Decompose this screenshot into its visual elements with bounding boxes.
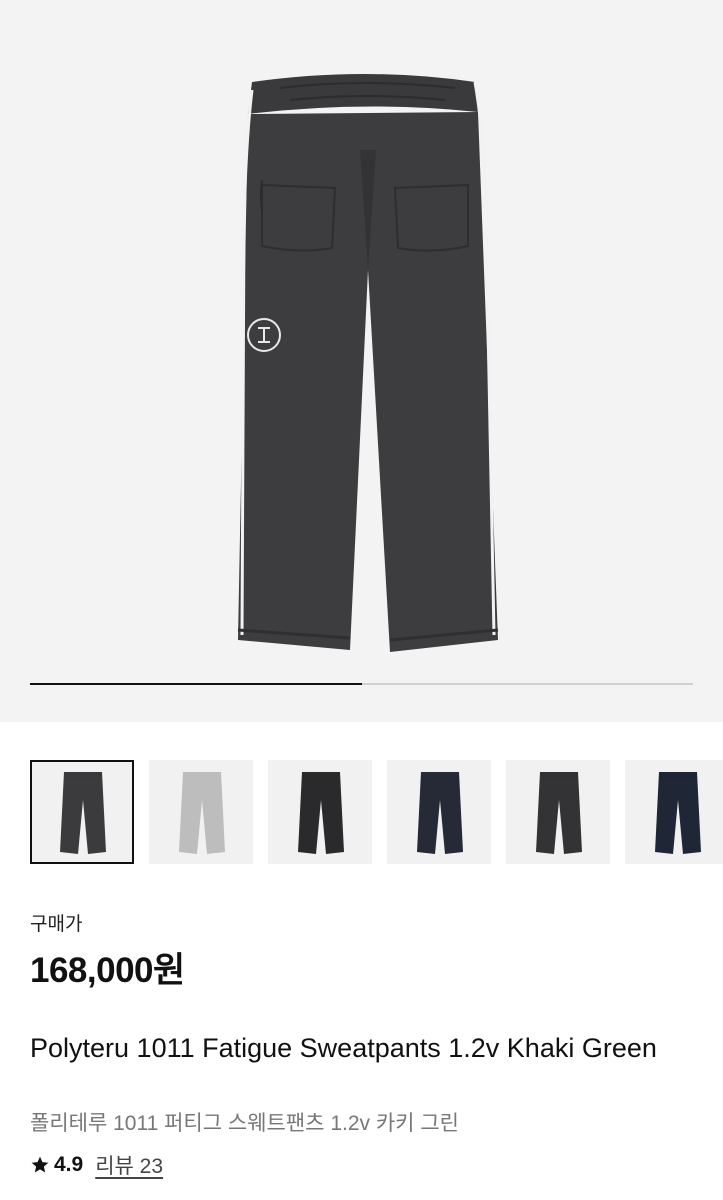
thumb-gray[interactable]	[149, 760, 253, 864]
thumbnail-strip[interactable]	[0, 760, 723, 864]
price: 168,000원	[30, 951, 185, 990]
thumb-navy[interactable]	[387, 760, 491, 864]
product-image	[237, 74, 499, 652]
product-subtitle: 폴리테루 1011 퍼티그 스웨트팬츠 1.2v 카키 그린	[30, 1112, 459, 1135]
gallery-progress-bar	[30, 683, 693, 685]
thumbnail-pants-image	[417, 772, 463, 854]
gallery-progress-fill	[30, 683, 362, 685]
review-link[interactable]: 리뷰 23	[95, 1150, 163, 1180]
star-icon	[31, 1156, 49, 1173]
thumb-charcoal[interactable]	[30, 760, 134, 864]
thumbnail-pants-image	[655, 772, 701, 854]
thumbnail-pants-image	[536, 772, 582, 854]
thumb-black[interactable]	[268, 760, 372, 864]
thumb-dark[interactable]	[506, 760, 610, 864]
thumbnail-pants-image	[60, 772, 106, 854]
rating-value: 4.9	[54, 1153, 84, 1176]
thumbnail-pants-image	[298, 772, 344, 854]
thumbnail-pants-image	[179, 772, 225, 854]
price-label: 구매가	[30, 914, 83, 935]
product-title: Polyteru 1011 Fatigue Sweatpants 1.2v Kh…	[30, 1033, 657, 1063]
rating-row: 4.9 리뷰 23	[30, 1150, 163, 1180]
thumb-dark-navy[interactable]	[625, 760, 723, 864]
product-image-viewer[interactable]	[0, 0, 723, 722]
